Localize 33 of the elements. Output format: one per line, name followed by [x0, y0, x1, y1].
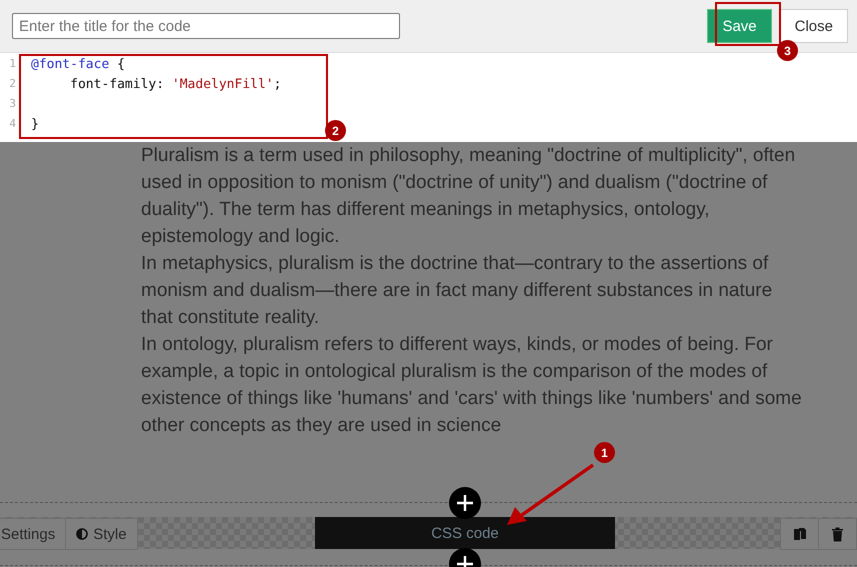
copy-button[interactable] — [780, 518, 819, 550]
copy-icon — [792, 526, 806, 542]
paragraph-line: other concepts as they are used in science — [141, 414, 502, 438]
code-line: font-family: 'MadelynFill'; — [69, 76, 282, 92]
line-number: 1 — [0, 54, 20, 74]
trash-icon — [831, 526, 844, 542]
paragraph-line: example, a topic in ontological pluralism is the comparison of the modes of — [141, 360, 768, 384]
code-line: } — [30, 116, 39, 132]
plus-icon — [456, 494, 474, 512]
settings-button[interactable]: Settings — [0, 518, 66, 550]
line-number: 3 — [0, 94, 20, 114]
style-button[interactable]: Style — [65, 518, 138, 550]
paragraph-line: epistemology and logic. — [141, 225, 341, 249]
paragraph-line: existence of things like 'humans' and 'cars' with things like 'numbers' and some — [141, 387, 803, 411]
title-field[interactable]: Enter the title for the code — [12, 13, 400, 39]
delete-button[interactable] — [818, 518, 857, 550]
paragraph-line: In metaphysics, pluralism is the doctrine that—contrary to the assertions of — [141, 252, 770, 276]
line-number: 2 — [0, 74, 20, 94]
line-number: 4 — [0, 114, 20, 134]
paragraph-line: used in opposition to monism ("doctrine of unity") and dualism ("doctrine of — [141, 171, 768, 195]
step-badge: 1 — [594, 442, 615, 463]
block-label: CSS code — [315, 517, 615, 549]
add-block-button[interactable] — [449, 487, 481, 519]
close-button[interactable]: Close — [780, 9, 848, 43]
paragraph-line: that constitute reality. — [141, 306, 320, 330]
paragraph-line: Pluralism is a term used in philosophy, meaning "doctrine of multiplicity", often — [141, 144, 796, 168]
paragraph-line: In ontology, pluralism refers to different ways, kinds, or modes of being. For — [141, 333, 774, 357]
paragraph-line: monism and dualism—there are in fact many different substances in nature — [141, 279, 774, 303]
code-line: @font-face { — [30, 56, 125, 72]
paragraph-line: duality"). The term has different meanings in metaphysics, ontology, — [141, 198, 711, 222]
highlight-frame — [715, 2, 781, 46]
contrast-icon — [76, 528, 88, 540]
save-button[interactable]: Save — [707, 9, 772, 43]
